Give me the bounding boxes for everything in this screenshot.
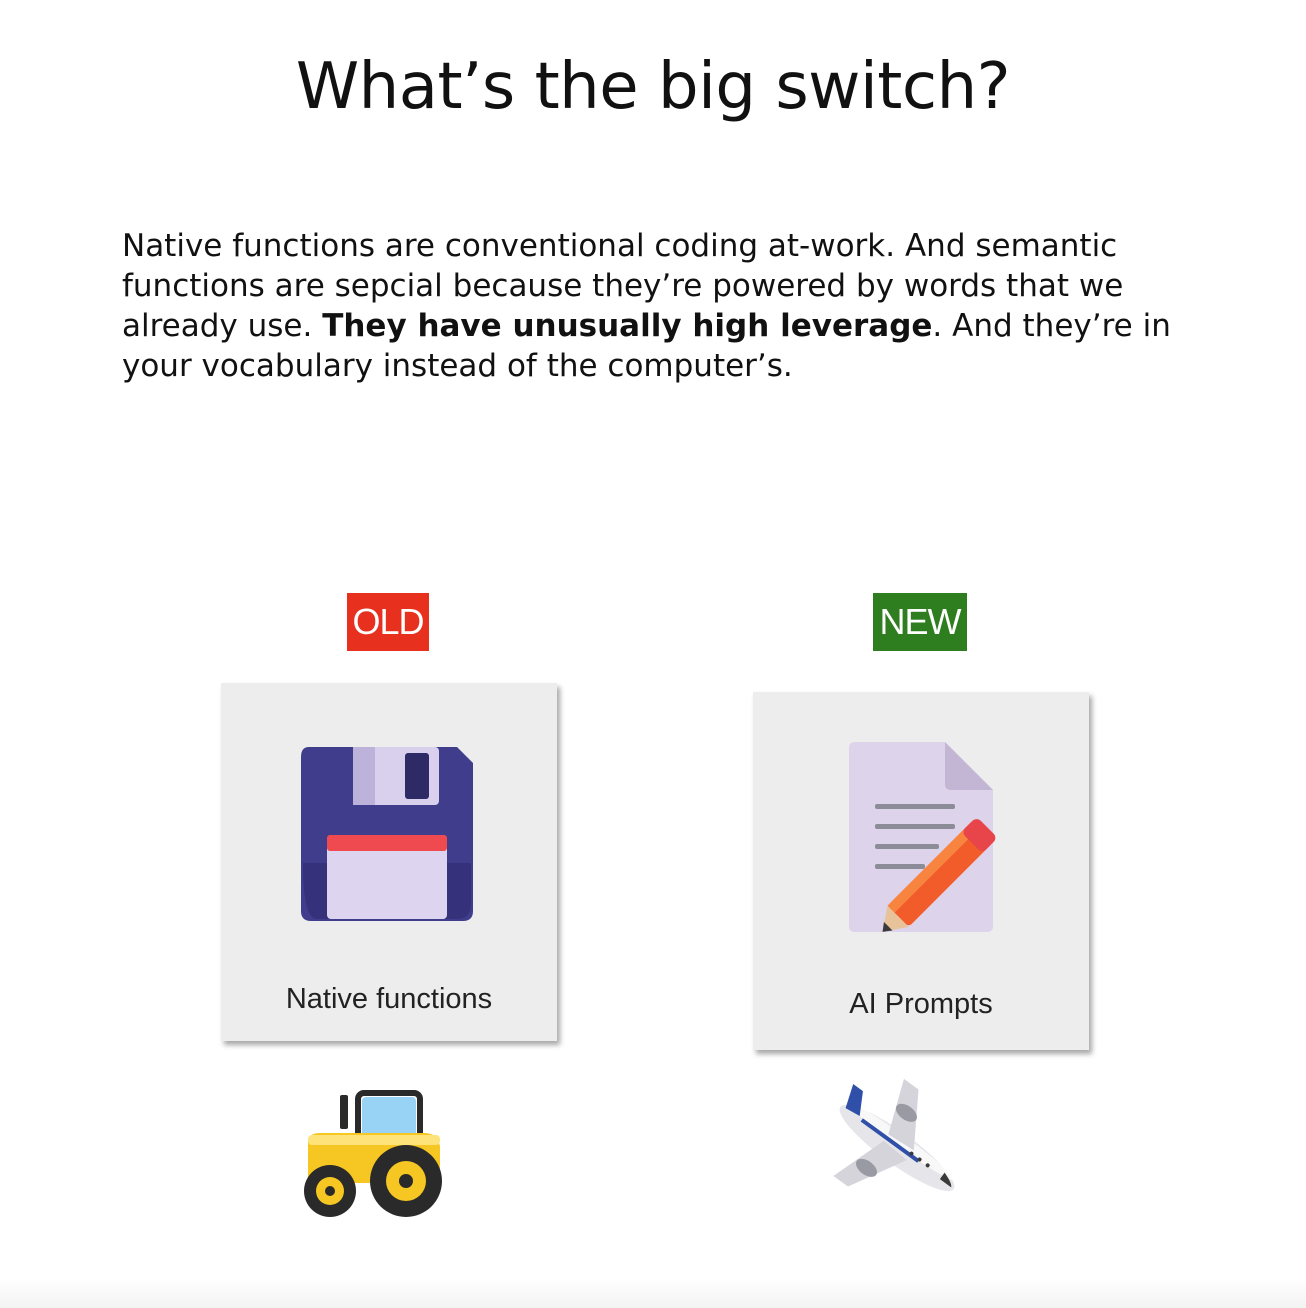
ai-prompts-card: AI Prompts [753,692,1089,1050]
slide-paragraph: Native functions are conventional coding… [122,226,1212,386]
airplane-icon [822,1078,972,1222]
slide-title: What’s the big switch? [295,50,1011,124]
tractor-icon [300,1085,450,1224]
ai-prompts-label: AI Prompts [849,988,993,1020]
native-functions-label: Native functions [285,983,493,1015]
new-tag: NEW [873,593,967,651]
native-functions-card: Native functions [221,683,557,1041]
bottom-edge [0,1278,1306,1308]
document-pencil-icon [845,740,1025,944]
paragraph-bold-text: They have unusually high leverage [322,308,933,344]
old-tag: OLD [347,593,429,651]
floppy-disk-icon [297,743,477,927]
